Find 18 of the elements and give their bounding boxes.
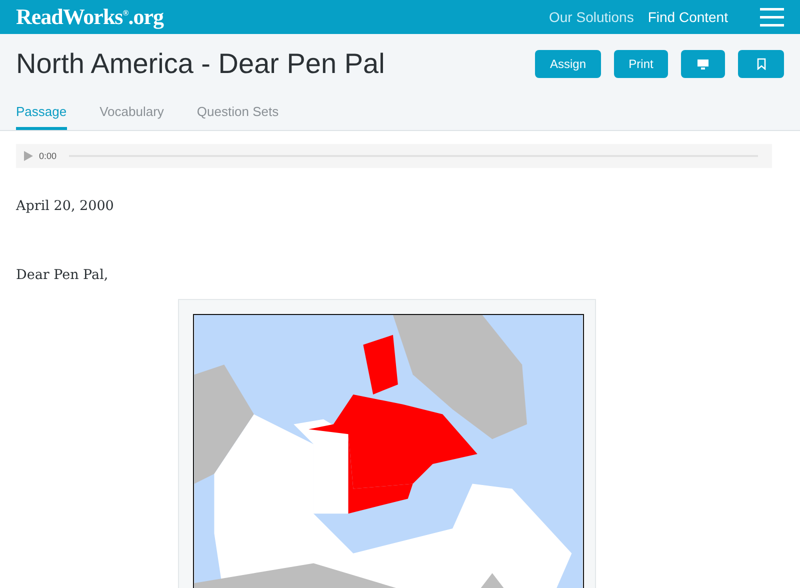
tab[interactable]: Vocabulary [100,104,164,130]
action-button[interactable]: Print [614,50,668,78]
play-icon[interactable] [24,151,33,161]
tab[interactable]: Question Sets [196,104,279,130]
passage-text: Dear Pen Pal, [16,267,110,283]
time-label: 0:00 [39,151,57,161]
bookmark-icon [756,58,766,70]
nav-link[interactable]: Find Content [648,9,728,25]
tab[interactable]: Passage [16,104,67,130]
logo[interactable]: ReadWorks$^{®}$.org [16,4,164,30]
bookmark-button[interactable] [738,50,784,78]
passage-title: North America - Dear Pen Pal [16,48,385,80]
menu-icon[interactable] [760,7,784,27]
monitor-button[interactable] [681,50,725,78]
nav-link[interactable]: Our Solutions [549,9,634,25]
passage-text: April 20, 2000 [16,198,115,214]
monitor-icon [697,58,709,70]
action-button[interactable]: Assign [535,50,601,78]
